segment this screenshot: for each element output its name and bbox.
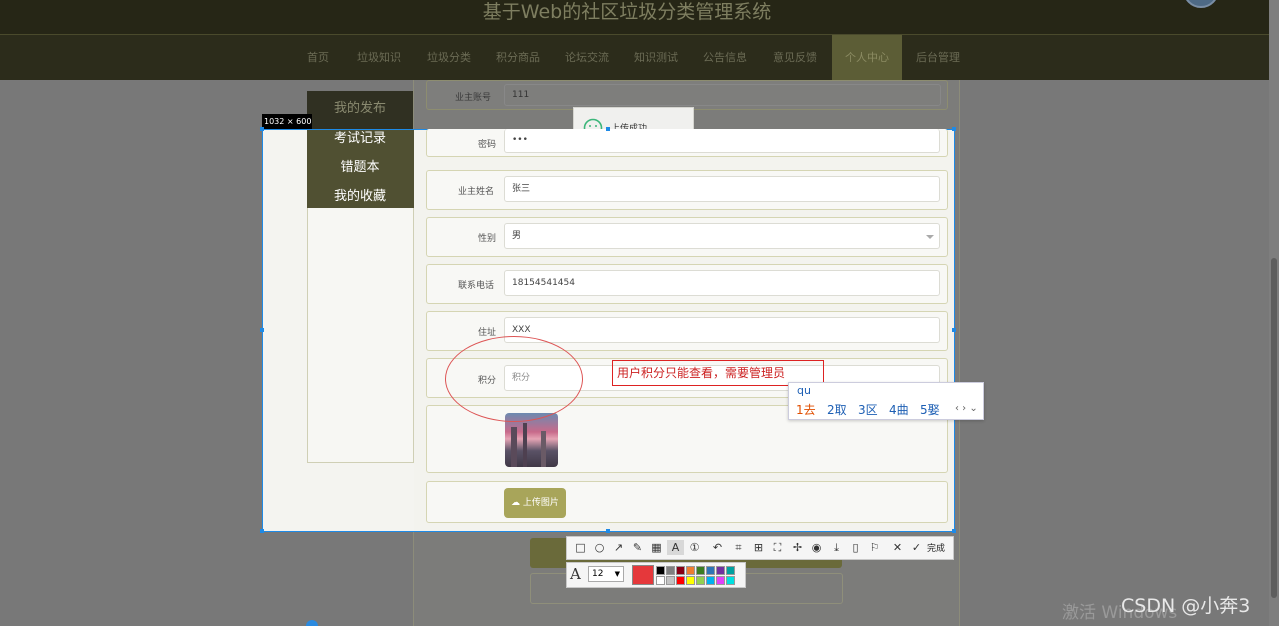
phone-label: 联系电话	[458, 278, 494, 291]
ellipse-icon[interactable]: ○	[591, 540, 608, 555]
sidebar-item-favorites[interactable]: 我的收藏	[307, 185, 413, 204]
ime-candidate[interactable]: 2取	[827, 401, 847, 418]
color-swatch[interactable]	[656, 576, 665, 585]
color-swatch[interactable]	[676, 576, 685, 585]
resize-handle[interactable]	[952, 127, 956, 131]
resize-handle[interactable]	[606, 127, 610, 131]
color-swatch[interactable]	[726, 576, 735, 585]
ellipse-annotation[interactable]	[445, 336, 583, 422]
pencil-icon[interactable]: ✎	[629, 540, 646, 555]
ocr-icon[interactable]: ⌗	[730, 540, 747, 555]
name-label: 业主姓名	[458, 184, 494, 197]
ime-candidate-window	[788, 382, 984, 420]
resize-handle[interactable]	[952, 529, 956, 533]
color-swatch[interactable]	[716, 576, 725, 585]
ime-candidate[interactable]: 4曲	[889, 401, 909, 418]
gender-label: 性别	[478, 231, 496, 244]
done-button[interactable]: 完成	[927, 541, 945, 554]
long-screenshot-icon[interactable]: ⛶	[769, 540, 786, 555]
color-swatch[interactable]	[716, 566, 725, 575]
resize-handle[interactable]	[606, 529, 610, 533]
name-input[interactable]: 张三	[504, 176, 940, 202]
pin-icon[interactable]: ✢	[789, 540, 806, 555]
color-swatch[interactable]	[666, 576, 675, 585]
nav-item-garbage-classification[interactable]: 垃圾分类	[427, 35, 471, 80]
capture-dimensions-label: 1032 × 600	[262, 114, 312, 129]
nav-item-points-shop[interactable]: 积分商品	[496, 35, 540, 80]
chevron-down-icon[interactable]	[926, 235, 934, 239]
number-icon[interactable]: ①	[686, 540, 703, 555]
sidebar-item-my-posts[interactable]: 我的发布	[307, 97, 413, 116]
nav-item-feedback[interactable]: 意见反馈	[773, 35, 817, 80]
text-icon[interactable]: A	[667, 540, 684, 555]
nav-item-personal-center[interactable]: 个人中心	[832, 35, 902, 80]
nav-item-quiz[interactable]: 知识测试	[634, 35, 678, 80]
nav-item-garbage-knowledge[interactable]: 垃圾知识	[357, 35, 401, 80]
bookmark-icon[interactable]: ⚐	[866, 540, 883, 555]
color-swatch[interactable]	[676, 566, 685, 575]
mosaic-icon[interactable]: ▦	[648, 540, 665, 555]
rectangle-icon[interactable]: □	[572, 540, 589, 555]
color-swatch[interactable]	[696, 566, 705, 575]
gender-select[interactable]: 男	[504, 223, 940, 249]
cloud-upload-icon: ☁	[511, 498, 520, 508]
nav-item-home[interactable]: 首页	[307, 35, 329, 80]
color-swatch[interactable]	[686, 566, 695, 575]
resize-handle[interactable]	[260, 529, 264, 533]
font-size-value: 12	[592, 569, 603, 579]
password-input[interactable]: •••	[504, 129, 940, 153]
phone-input[interactable]: 18154541454	[504, 270, 940, 296]
scrollbar-thumb[interactable]	[1271, 258, 1277, 598]
ime-candidate[interactable]: 5娶	[920, 401, 940, 418]
upload-image-button[interactable]: ☁ 上传图片	[504, 488, 566, 518]
upload-image-label: 上传图片	[523, 498, 559, 508]
password-label: 密码	[478, 137, 496, 150]
sidebar-item-wrong-questions[interactable]: 错题本	[307, 156, 413, 175]
font-icon: A	[570, 565, 581, 583]
chevron-down-icon: ▼	[615, 567, 620, 581]
record-icon[interactable]: ◉	[808, 540, 825, 555]
sidebar-item-exam-records[interactable]: 考试记录	[307, 127, 413, 146]
floating-button[interactable]	[306, 620, 318, 626]
nav-item-forum[interactable]: 论坛交流	[565, 35, 609, 80]
nav-item-notices[interactable]: 公告信息	[703, 35, 747, 80]
csdn-credit: CSDN @小奔3	[1121, 591, 1250, 618]
ime-page-arrows-icon[interactable]: ‹ › ⌄	[955, 403, 978, 414]
color-swatch[interactable]	[686, 576, 695, 585]
nav-item-admin[interactable]: 后台管理	[916, 35, 960, 80]
download-icon[interactable]: ⤓	[828, 540, 845, 555]
account-label: 业主账号	[455, 90, 491, 103]
color-swatch[interactable]	[666, 566, 675, 575]
address-input[interactable]: XXX	[504, 317, 940, 343]
undo-icon[interactable]: ↶	[709, 540, 726, 555]
resize-handle[interactable]	[952, 328, 956, 332]
resize-handle[interactable]	[260, 328, 264, 332]
current-color-swatch[interactable]	[632, 565, 654, 585]
site-title: 基于Web的社区垃圾分类管理系统	[0, 0, 1254, 24]
ime-composition: qu	[797, 384, 811, 397]
color-swatch[interactable]	[706, 566, 715, 575]
ime-candidate[interactable]: 1去	[796, 401, 816, 418]
address-label: 住址	[478, 325, 496, 338]
arrow-icon[interactable]: ↗	[610, 540, 627, 555]
save-icon[interactable]: ▯	[847, 540, 864, 555]
check-icon[interactable]: ✓	[908, 540, 925, 555]
ime-candidate[interactable]: 3区	[858, 401, 878, 418]
color-swatch[interactable]	[696, 576, 705, 585]
color-swatch[interactable]	[726, 566, 735, 575]
color-swatch[interactable]	[656, 566, 665, 575]
site-header: 基于Web的社区垃圾分类管理系统	[0, 0, 1279, 35]
font-size-select[interactable]: 12 ▼	[588, 566, 624, 582]
translate-icon[interactable]: ⊞	[750, 540, 767, 555]
account-input[interactable]: 111	[504, 84, 941, 106]
resize-handle[interactable]	[260, 127, 264, 131]
close-icon[interactable]: ✕	[889, 540, 906, 555]
color-swatch[interactable]	[706, 576, 715, 585]
